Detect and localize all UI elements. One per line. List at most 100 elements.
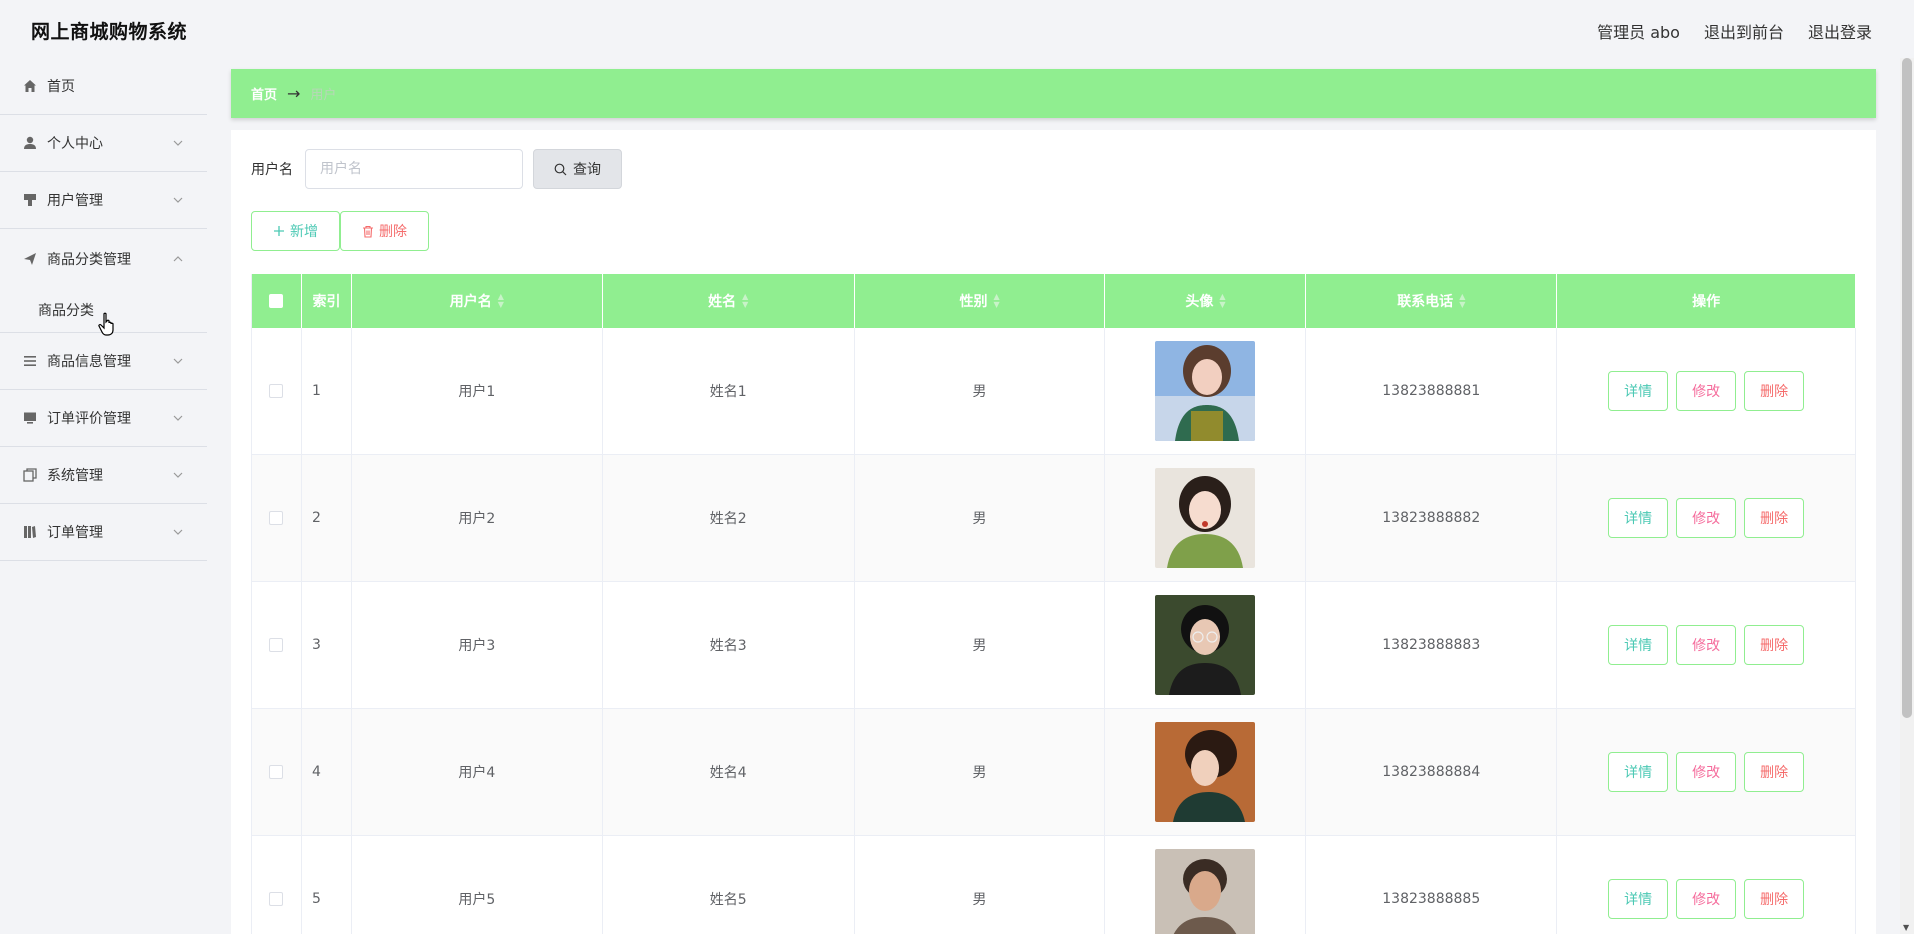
row-username: 用户1 <box>352 328 603 454</box>
row-username: 用户4 <box>352 709 603 835</box>
select-all-checkbox[interactable] <box>269 294 284 308</box>
search-icon <box>554 163 567 175</box>
delete-button[interactable]: 删除 <box>1744 498 1805 538</box>
chevron-down-icon <box>171 193 185 207</box>
col-actions: 操作 <box>1557 274 1856 328</box>
col-avatar[interactable]: 头像 ▲ ▼ <box>1105 274 1307 328</box>
row-index: 3 <box>302 582 352 708</box>
search-bar: 用户名 查询 <box>251 149 622 189</box>
page-scrollbar[interactable]: ▼ <box>1900 58 1914 934</box>
breadcrumb-separator: → <box>287 84 301 103</box>
sidebar-item-order-mgmt[interactable]: 订单管理 <box>0 504 207 561</box>
top-header: 网上商城购物系统 管理员 abo 退出到前台 退出登录 <box>0 0 1914 58</box>
delete-button[interactable]: 删除 <box>1744 752 1805 792</box>
row-actions: 详情 修改 删除 <box>1557 836 1856 934</box>
row-actions: 详情 修改 删除 <box>1557 328 1856 454</box>
row-phone: 13823888882 <box>1306 455 1558 581</box>
row-select-cell <box>252 582 302 708</box>
search-button[interactable]: 查询 <box>533 149 622 189</box>
row-phone: 13823888884 <box>1306 709 1558 835</box>
row-name: 姓名1 <box>603 328 855 454</box>
row-checkbox[interactable] <box>269 892 284 906</box>
delete-button[interactable]: 删除 <box>1744 879 1805 919</box>
logout-link[interactable]: 退出登录 <box>1808 19 1872 43</box>
header-links: 管理员 abo 退出到前台 退出登录 <box>1597 19 1872 43</box>
col-gender[interactable]: 性别 ▲ ▼ <box>855 274 1106 328</box>
sidebar-item-review-mgmt[interactable]: 订单评价管理 <box>0 390 207 447</box>
table-row: 4 用户4 姓名4 男 13823888884 详情 修改 删除 <box>252 709 1856 836</box>
col-username[interactable]: 用户名 ▲ ▼ <box>352 274 603 328</box>
sidebar-item-system-mgmt[interactable]: 系统管理 <box>0 447 207 504</box>
users-table: 索引 用户名 ▲ ▼ 姓名 ▲ ▼ 性别 ▲ ▼ 头像 ▲ ▼ 联系电话 ▲ ▼ 操作 1 用户1 … <box>251 274 1856 934</box>
plus-icon <box>274 226 284 236</box>
brush-icon <box>22 192 38 208</box>
scroll-down-icon[interactable]: ▼ <box>1903 923 1909 932</box>
main-panel: 用户名 查询 新增 删除 索引 用户名 ▲▼ 姓名 ▲▼ 性别 ▲▼ 头像 ▲▼ 联系电… <box>231 130 1876 934</box>
sidebar-item-users[interactable]: 用户管理 <box>0 172 207 229</box>
row-index: 5 <box>302 836 352 934</box>
edit-button[interactable]: 修改 <box>1676 498 1737 538</box>
avatar <box>1155 849 1256 934</box>
sort-icon[interactable]: ▲ ▼ <box>742 293 748 309</box>
detail-button[interactable]: 详情 <box>1608 752 1669 792</box>
sort-icon[interactable]: ▲ ▼ <box>1459 293 1465 309</box>
row-checkbox[interactable] <box>269 511 284 525</box>
edit-button[interactable]: 修改 <box>1676 879 1737 919</box>
add-button-label: 新增 <box>290 224 318 240</box>
current-user: 管理员 abo <box>1597 23 1680 42</box>
detail-button[interactable]: 详情 <box>1608 879 1669 919</box>
sidebar-item-product-mgmt[interactable]: 商品信息管理 <box>0 333 207 390</box>
avatar <box>1155 595 1256 695</box>
breadcrumb-home[interactable]: 首页 <box>251 84 277 103</box>
detail-button[interactable]: 详情 <box>1608 498 1669 538</box>
chevron-down-icon <box>171 136 185 150</box>
table-header: 索引 用户名 ▲ ▼ 姓名 ▲ ▼ 性别 ▲ ▼ 头像 ▲ ▼ 联系电话 ▲ ▼ 操作 <box>252 274 1856 328</box>
sidebar-item-home[interactable]: 首页 <box>0 58 207 115</box>
sidebar-item-label: 商品分类管理 <box>47 252 131 268</box>
detail-button[interactable]: 详情 <box>1608 371 1669 411</box>
sidebar-item-profile[interactable]: 个人中心 <box>0 115 207 172</box>
delete-button[interactable]: 删除 <box>1744 371 1805 411</box>
home-icon <box>22 78 38 94</box>
sort-icon[interactable]: ▲ ▼ <box>498 293 504 309</box>
edit-button[interactable]: 修改 <box>1676 752 1737 792</box>
scrollbar-thumb[interactable] <box>1902 58 1912 718</box>
sidebar-item-label: 商品信息管理 <box>47 354 131 370</box>
col-phone[interactable]: 联系电话 ▲ ▼ <box>1306 274 1558 328</box>
batch-delete-button[interactable]: 删除 <box>340 211 429 251</box>
row-avatar-cell <box>1105 328 1307 454</box>
row-name: 姓名4 <box>603 709 855 835</box>
edit-button[interactable]: 修改 <box>1676 371 1737 411</box>
search-input[interactable] <box>305 149 523 189</box>
exit-to-front-link[interactable]: 退出到前台 <box>1704 19 1784 43</box>
row-actions: 详情 修改 删除 <box>1557 455 1856 581</box>
add-button[interactable]: 新增 <box>251 211 340 251</box>
edit-button[interactable]: 修改 <box>1676 625 1737 665</box>
sort-icon[interactable]: ▲ ▼ <box>1219 293 1225 309</box>
row-select-cell <box>252 836 302 934</box>
delete-button[interactable]: 删除 <box>1744 625 1805 665</box>
row-actions: 详情 修改 删除 <box>1557 582 1856 708</box>
trash-icon <box>363 225 373 238</box>
row-name: 姓名5 <box>603 836 855 934</box>
col-index-label: 索引 <box>312 294 341 310</box>
row-avatar-cell <box>1105 836 1307 934</box>
avatar <box>1155 341 1256 441</box>
table-row: 2 用户2 姓名2 男 13823888882 详情 修改 删除 <box>252 455 1856 582</box>
col-gender-label: 性别 <box>959 294 988 310</box>
sort-icon[interactable]: ▲ ▼ <box>993 293 999 309</box>
sidebar-item-category-mgmt[interactable]: 商品分类管理 <box>0 229 207 289</box>
col-name[interactable]: 姓名 ▲ ▼ <box>603 274 855 328</box>
detail-button[interactable]: 详情 <box>1608 625 1669 665</box>
table-row: 5 用户5 姓名5 男 13823888885 详情 修改 删除 <box>252 836 1856 934</box>
sidebar: 首页 个人中心 用户管理 商品分类管理 商品分类 商品信息管理 订单评价管理 系… <box>0 58 207 934</box>
row-gender: 男 <box>855 582 1106 708</box>
row-phone: 13823888883 <box>1306 582 1558 708</box>
row-checkbox[interactable] <box>269 384 284 398</box>
col-phone-label: 联系电话 <box>1397 294 1454 310</box>
row-checkbox[interactable] <box>269 765 284 779</box>
row-checkbox[interactable] <box>269 638 284 652</box>
row-phone: 13823888881 <box>1306 328 1558 454</box>
row-username: 用户3 <box>352 582 603 708</box>
col-name-label: 姓名 <box>708 294 737 310</box>
